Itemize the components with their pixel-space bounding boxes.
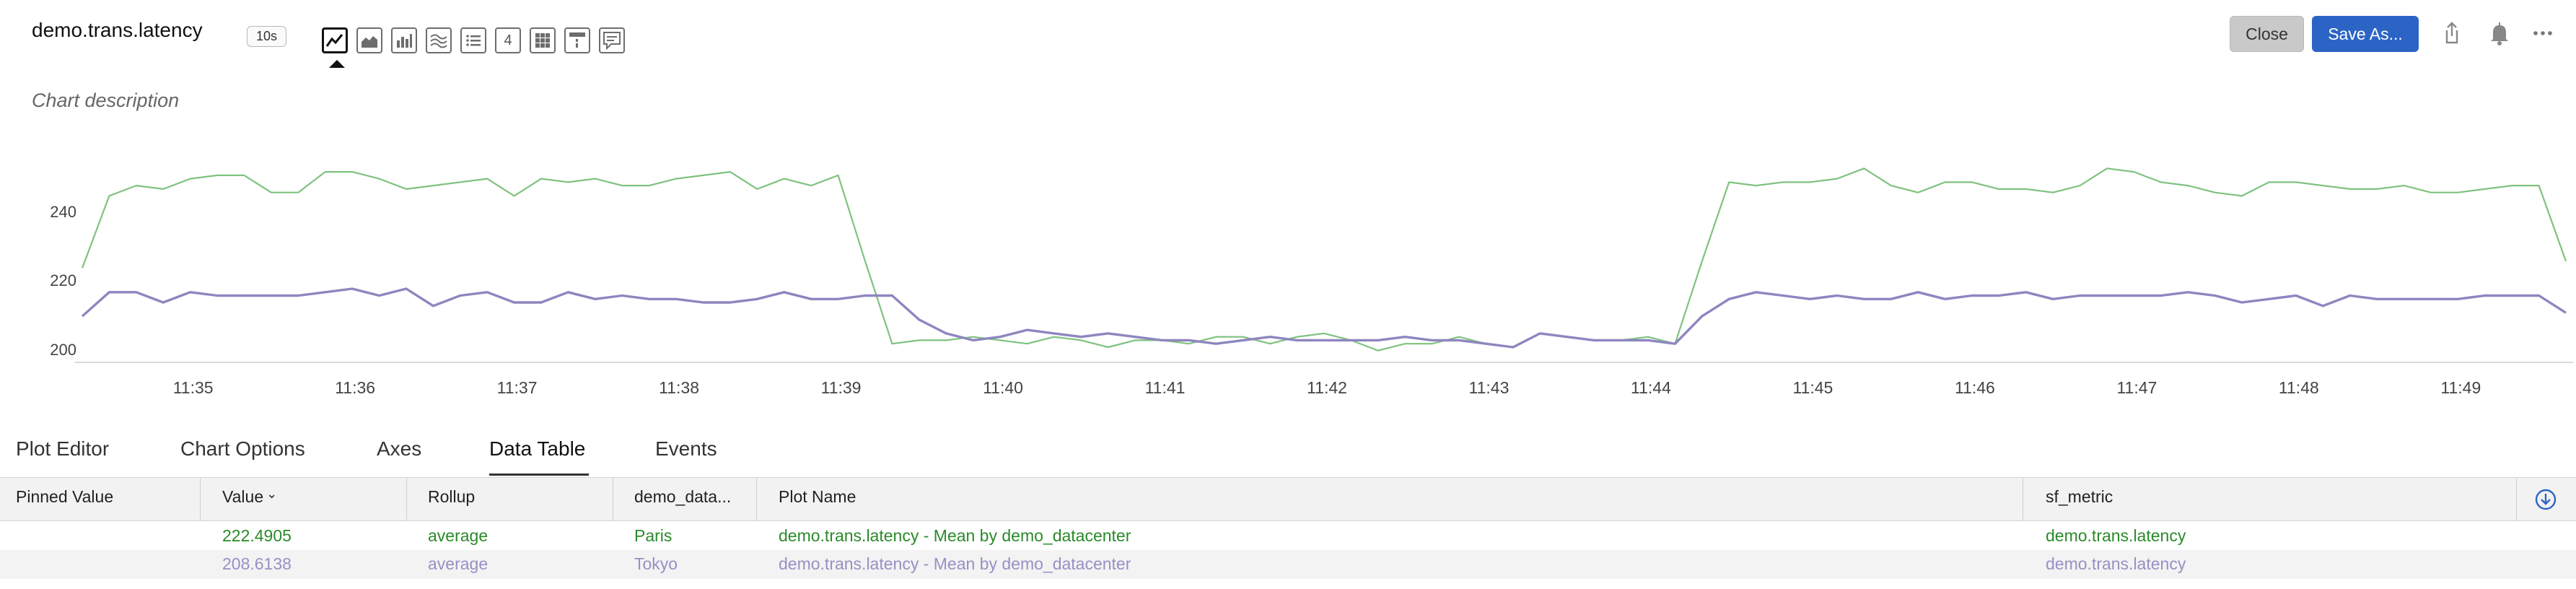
- value-cell: 222.4905: [222, 526, 292, 545]
- x-tick-label: 11:44: [1631, 378, 1671, 397]
- x-tick-label: 11:41: [1144, 378, 1186, 397]
- sf-metric-cell: demo.trans.latency: [2046, 526, 2186, 545]
- tab-axes[interactable]: Axes: [377, 437, 421, 461]
- save-as-button[interactable]: Save As...: [2312, 16, 2419, 52]
- list-chart-icon[interactable]: [460, 27, 486, 53]
- x-tick-label: 11:40: [983, 378, 1023, 397]
- col-header-pinned-value[interactable]: Pinned Value: [16, 487, 113, 507]
- x-tick-label: 11:36: [335, 378, 376, 397]
- chart-description-field[interactable]: Chart description: [32, 90, 179, 112]
- col-header-rollup[interactable]: Rollup: [428, 487, 475, 507]
- x-tick-label: 11:38: [659, 378, 699, 397]
- column-divider[interactable]: [406, 478, 407, 521]
- sf-metric-cell: demo.trans.latency: [2046, 554, 2186, 573]
- x-tick-label: 11:48: [2278, 378, 2319, 397]
- x-tick-label: 11:42: [1307, 378, 1347, 397]
- download-icon[interactable]: [2534, 488, 2557, 511]
- data-table-header: [0, 478, 2576, 521]
- x-tick-label: 11:46: [1954, 378, 1995, 397]
- more-icon[interactable]: [2530, 20, 2556, 46]
- single-value-glyph: 4: [504, 32, 512, 48]
- tab-events[interactable]: Events: [655, 437, 717, 461]
- datacenter-cell: Paris: [634, 526, 673, 545]
- x-tick-label: 11:47: [2116, 378, 2157, 397]
- rollup-cell: average: [428, 526, 489, 545]
- col-header-plot-name[interactable]: Plot Name: [779, 487, 856, 507]
- col-header-value[interactable]: Value ⌄: [222, 487, 277, 507]
- chart-title[interactable]: demo.trans.latency: [32, 19, 203, 42]
- value-cell: 208.6138: [222, 554, 292, 573]
- datacenter-cell: Tokyo: [634, 554, 678, 573]
- rollup-cell: average: [428, 554, 489, 573]
- area-chart-icon[interactable]: [356, 27, 382, 53]
- event-feed-icon[interactable]: [564, 27, 590, 53]
- active-chart-type-caret: [329, 60, 345, 68]
- tab-chart-options[interactable]: Chart Options: [180, 437, 305, 461]
- share-icon[interactable]: [2439, 20, 2465, 46]
- column-chart-icon[interactable]: [391, 27, 417, 53]
- x-tick-label: 11:49: [2440, 378, 2481, 397]
- text-note-icon[interactable]: [599, 27, 625, 53]
- active-tab-indicator: [489, 474, 589, 476]
- resolution-badge: 10s: [247, 26, 287, 47]
- y-tick-label: 220: [50, 271, 76, 290]
- x-tick-label: 11:35: [172, 378, 214, 397]
- bell-icon[interactable]: [2487, 20, 2513, 46]
- x-tick-label: 11:37: [496, 378, 538, 397]
- y-tick-label: 240: [50, 203, 76, 222]
- table-row-bg: [0, 550, 2576, 579]
- line-chart-plot[interactable]: [0, 127, 2576, 372]
- plot-name-cell: demo.trans.latency - Mean by demo_datace…: [779, 554, 1131, 573]
- close-button[interactable]: Close: [2230, 16, 2304, 52]
- y-tick-label: 200: [50, 340, 76, 359]
- single-value-icon[interactable]: 4: [495, 27, 521, 53]
- sort-desc-icon: ⌄: [266, 487, 278, 501]
- plot-name-cell: demo.trans.latency - Mean by demo_datace…: [779, 526, 1131, 545]
- histogram-icon[interactable]: [426, 27, 452, 53]
- series-line-1[interactable]: [81, 287, 2567, 349]
- heatmap-icon[interactable]: [530, 27, 556, 53]
- col-header-value-label: Value: [222, 487, 264, 506]
- x-tick-label: 11:43: [1468, 378, 1510, 397]
- col-header-demo-datacenter[interactable]: demo_data...: [634, 487, 731, 507]
- col-header-sf-metric[interactable]: sf_metric: [2046, 487, 2113, 507]
- column-divider[interactable]: [200, 478, 201, 521]
- x-tick-label: 11:39: [820, 378, 862, 397]
- column-divider[interactable]: [2516, 478, 2517, 521]
- column-divider[interactable]: [756, 478, 757, 521]
- series-line-0[interactable]: [81, 167, 2567, 352]
- tab-plot-editor[interactable]: Plot Editor: [16, 437, 109, 461]
- x-tick-label: 11:45: [1792, 378, 1834, 397]
- line-chart-icon[interactable]: [322, 27, 348, 53]
- tab-data-table[interactable]: Data Table: [489, 437, 585, 461]
